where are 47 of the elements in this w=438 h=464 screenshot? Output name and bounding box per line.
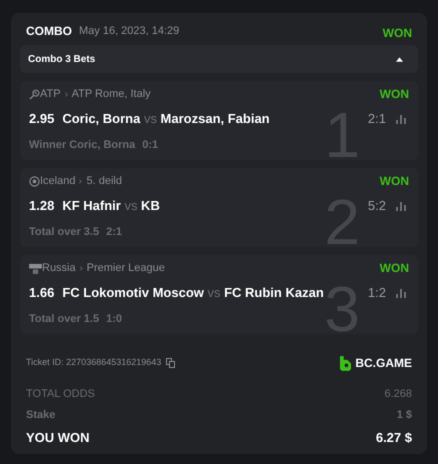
status-label: WON (380, 86, 409, 103)
tournament-name: 5. deild (86, 174, 122, 189)
market-name: Total over 1.5 (29, 312, 100, 327)
racket-icon (29, 88, 40, 100)
market-score: 1:0 (106, 312, 122, 327)
match-name: FC Lokomotiv Moscow vs FC Rubin Kazan (62, 284, 324, 302)
match-score: 2:1 (368, 110, 386, 128)
chevron-icon (79, 178, 82, 184)
market-name: Winner Coric, Borna (29, 138, 136, 153)
league-name: ATP (40, 86, 61, 102)
match-score: 1:2 (368, 284, 386, 302)
stats-icon[interactable] (396, 288, 406, 298)
total-label: TOTAL ODDS (26, 387, 95, 402)
market-score: 2:1 (106, 225, 122, 240)
league-name: Iceland (40, 174, 76, 189)
tournament-name: ATP Rome, Italy (72, 86, 151, 102)
total-value: 6.27 $ (376, 429, 412, 447)
odds-value: 2.95 (29, 110, 54, 128)
logo-icon (340, 356, 352, 370)
odds-value: 1.66 (29, 284, 54, 302)
status-label: WON (380, 173, 409, 190)
bet-date: May 16, 2023, 14:29 (79, 24, 180, 39)
tournament-name: Premier League (86, 260, 165, 276)
chevron-icon (64, 92, 68, 96)
bet-type: COMBO (26, 23, 72, 40)
match-name: KF Hafnir vs KB (62, 197, 160, 216)
total-value: 6.268 (384, 387, 412, 402)
ball-icon (29, 176, 40, 186)
status-label: WON (382, 25, 412, 42)
total-value: 1 $ (396, 408, 412, 422)
stats-icon[interactable] (396, 114, 406, 124)
chevron-icon (80, 266, 83, 270)
combo-toggle[interactable]: Combo 3 Bets (20, 45, 418, 73)
status-label: WON (380, 260, 409, 277)
copy-icon[interactable] (166, 358, 176, 368)
match-name: Coric, Borna vs Marozsan, Fabian (62, 110, 270, 128)
stats-icon[interactable] (396, 201, 406, 211)
ticket-id: Ticket ID: 2270368645316219643 (26, 356, 162, 370)
market-name: Total over 3.5 (29, 225, 100, 240)
match-score: 5:2 (368, 197, 386, 216)
total-label: Stake (26, 408, 56, 422)
odds-value: 1.28 (29, 197, 54, 216)
league-name: Russia (42, 260, 76, 276)
emblem-icon (29, 262, 42, 274)
total-label: YOU WON (26, 429, 90, 447)
brand-name: BC.GAME (355, 355, 412, 372)
market-score: 0:1 (142, 138, 158, 153)
